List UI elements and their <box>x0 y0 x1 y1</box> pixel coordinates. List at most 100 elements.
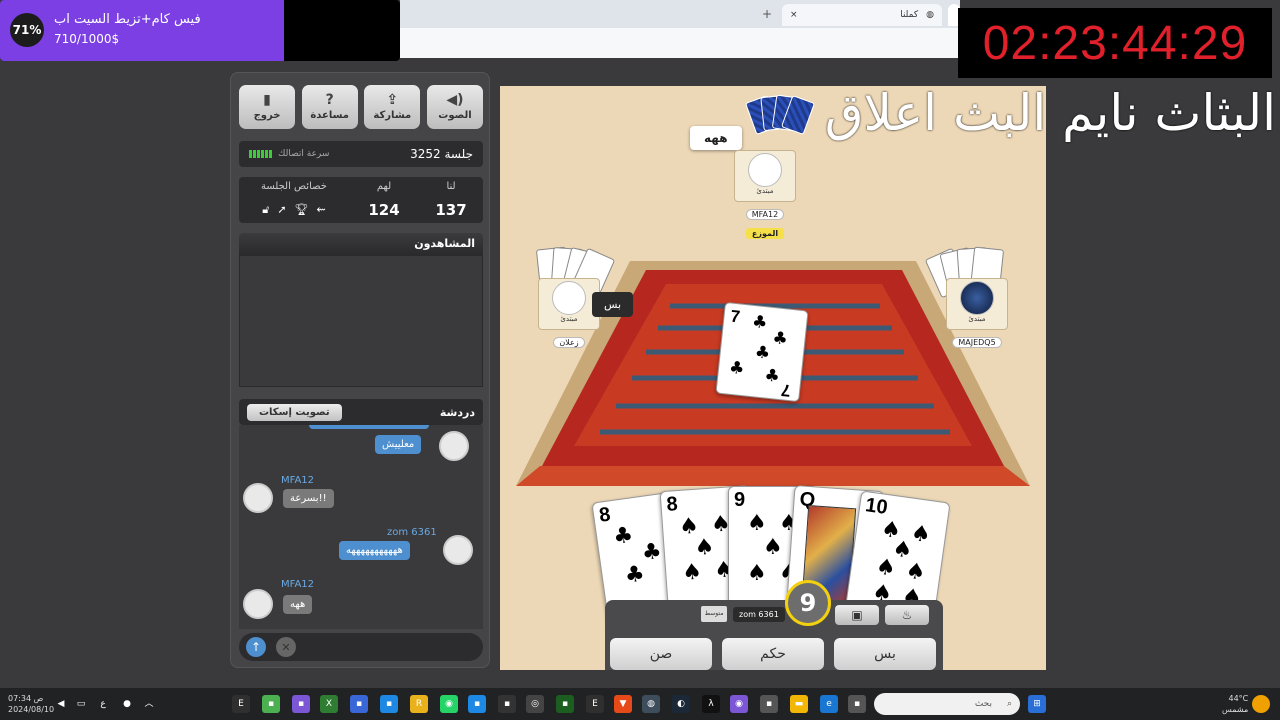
speaker-icon: ◀) <box>446 92 464 108</box>
send-arrow-icon[interactable]: ↑ <box>246 637 266 657</box>
chat-bubble: معلييش <box>375 435 422 454</box>
mute-vote-button[interactable]: تصويت إسكات <box>247 403 342 421</box>
app-icon[interactable]: ▪ <box>292 695 310 713</box>
us-header: لنا <box>446 181 456 192</box>
language-indicator[interactable]: ع <box>94 695 112 713</box>
volume-icon[interactable]: ◀ <box>52 695 70 713</box>
weather-temp: 44°C <box>1228 694 1249 703</box>
exit-button[interactable]: ▮ خروج <box>239 85 295 129</box>
stream-goal-overlay: 71% فيس كام+تزيط السيت اب 710/1000$ <box>0 0 400 61</box>
app-icon[interactable]: ▪ <box>380 695 398 713</box>
spade-icon: ♠ <box>763 535 783 560</box>
turn-timer: 9 <box>785 580 831 626</box>
chat-bubble-partial <box>309 425 429 429</box>
epic-icon[interactable]: E <box>586 695 604 713</box>
app-icon[interactable]: R <box>410 695 428 713</box>
chat-bubble: بسرعة!! <box>283 489 334 508</box>
whatsapp-icon[interactable]: ◉ <box>440 695 458 713</box>
player-card: مبتدئ <box>946 278 1008 330</box>
windows-start-icon[interactable]: ⊞ <box>1028 695 1046 713</box>
steam-icon[interactable]: ◐ <box>672 695 690 713</box>
share-button[interactable]: ⇪ مشاركة <box>364 85 421 129</box>
fire-icon[interactable]: ♨ <box>885 605 929 625</box>
chat-message: معلييش <box>375 435 422 454</box>
action-pass-button[interactable]: بس <box>834 638 936 670</box>
player-card: مبتدئ <box>538 278 600 330</box>
exit-label: خروج <box>253 110 281 121</box>
search-icon: ⌕ <box>1006 699 1012 709</box>
card-rank: 10 <box>863 494 890 520</box>
app-icon[interactable]: ▪ <box>498 695 516 713</box>
clear-icon[interactable]: ✕ <box>276 637 296 657</box>
excel-icon[interactable]: X <box>320 695 338 713</box>
sound-label: الصوت <box>438 110 472 121</box>
player-left[interactable]: مبتدئ زعلان <box>538 278 600 349</box>
network-icon[interactable]: ▭ <box>72 695 90 713</box>
share-icon: ⇪ <box>386 92 399 108</box>
globe-icon: ◍ <box>926 10 934 20</box>
epic-icon[interactable]: E <box>232 695 250 713</box>
player-name: MAJEDQ5 <box>952 337 1002 348</box>
avatar <box>439 431 469 461</box>
player-name: MFA12 <box>745 209 785 220</box>
club-icon: ♣ <box>640 538 664 567</box>
tab-close-icon[interactable]: × <box>790 10 798 20</box>
weather-widget[interactable]: 44°C مشمس <box>1222 693 1248 715</box>
player-level: مبتدئ <box>968 315 986 323</box>
tab-title: كملنا <box>900 10 919 20</box>
avatar <box>960 281 994 315</box>
avatar <box>243 483 273 513</box>
club-icon: ♣ <box>771 328 789 350</box>
player-top[interactable]: مبتدئ MFA12 الموزع <box>734 150 796 240</box>
club-icon: ♣ <box>728 357 746 380</box>
app-icon[interactable]: ▪ <box>350 695 368 713</box>
app-icon[interactable]: ◎ <box>526 695 544 713</box>
nvidia-icon[interactable]: ▪ <box>556 695 574 713</box>
gift-icon[interactable]: ▣ <box>835 605 879 625</box>
mic-icon[interactable]: ● <box>118 695 136 713</box>
app-icon[interactable]: ▪ <box>760 695 778 713</box>
browser-tabs: + × كملنا ◍ <box>400 2 960 26</box>
browser-tab[interactable]: × كملنا ◍ <box>782 4 942 26</box>
avatar <box>748 153 782 187</box>
them-score: 124 <box>368 201 400 219</box>
avatar <box>243 589 273 619</box>
app-icon[interactable]: ▪ <box>848 695 866 713</box>
trophy-icon: 🏆︎ <box>294 203 309 216</box>
score-headers: خصائص الجلسة لهم لنا <box>239 181 483 192</box>
played-card: 7 ♣ ♣ ♣ ♣ ♣ 7 <box>715 301 809 403</box>
watchers-title: المشاهدون <box>239 233 483 255</box>
app-icon[interactable]: ▪ <box>468 695 486 713</box>
signal-bars-icon <box>249 150 272 158</box>
action-hokm-button[interactable]: حكم <box>722 638 824 670</box>
chat-bubble: هههههههههههه <box>339 541 410 560</box>
app-icon[interactable]: λ <box>702 695 720 713</box>
side-panel: ▮ خروج ? مساعدة ⇪ مشاركة ◀) الصوت سرعة ا… <box>230 72 490 668</box>
help-button[interactable]: ? مساعدة <box>301 85 358 129</box>
tray-chevron-icon[interactable]: ︿ <box>140 695 158 713</box>
search-placeholder: بحث <box>974 699 992 709</box>
swap-icon: ⇜ <box>316 203 326 216</box>
spade-icon: ♠ <box>693 534 716 561</box>
edge-icon[interactable]: e <box>820 695 838 713</box>
brave-icon[interactable]: ▼ <box>614 695 632 713</box>
taskbar-search[interactable]: بحث ⌕ <box>874 693 1020 715</box>
browser-address-bar[interactable] <box>400 28 960 58</box>
goal-title: فيس كام+تزيط السيت اب <box>54 12 201 27</box>
app-icon[interactable]: ◉ <box>730 695 748 713</box>
clock[interactable]: 07:34 ص 2024/08/10 <box>8 693 54 715</box>
club-icon: ♣ <box>753 342 772 364</box>
player-level: مبتدئ <box>560 315 578 323</box>
player-right[interactable]: مبتدئ MAJEDQ5 <box>946 278 1008 349</box>
chat-header: تصويت إسكات دردشة <box>239 399 483 425</box>
chrome-icon[interactable]: ◍ <box>642 695 660 713</box>
chat-input[interactable]: ↑ ✕ <box>239 633 483 661</box>
share-label: مشاركة <box>373 110 412 121</box>
action-sun-button[interactable]: صن <box>610 638 712 670</box>
app-icon[interactable]: ▪ <box>262 695 280 713</box>
spade-icon: ♠ <box>903 558 928 586</box>
folder-icon[interactable]: ▬ <box>790 695 808 713</box>
sound-button[interactable]: ◀) الصوت <box>426 85 483 129</box>
new-tab-button[interactable]: + <box>762 7 772 21</box>
spade-icon: ♠ <box>747 511 767 536</box>
